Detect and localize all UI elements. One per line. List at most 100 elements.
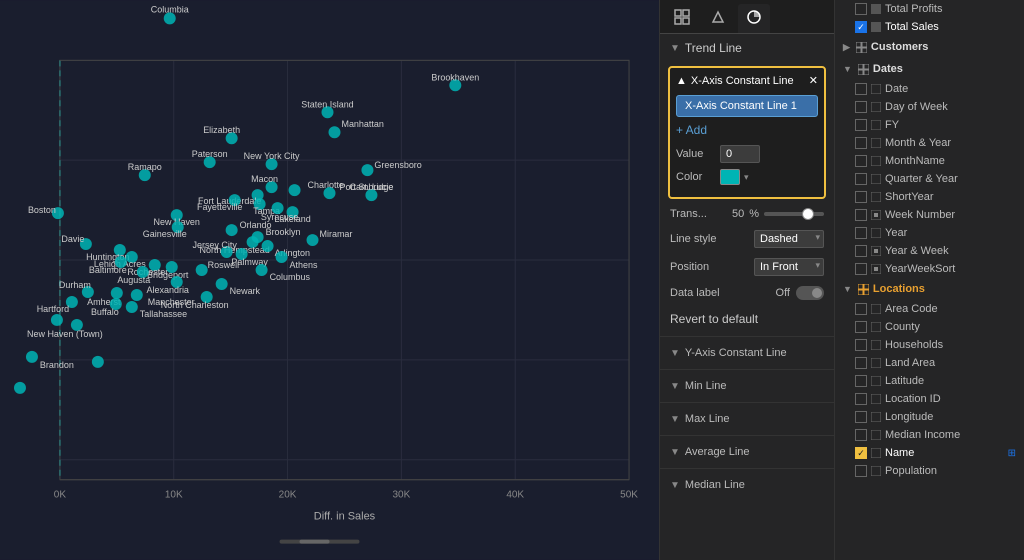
- field-date[interactable]: Date: [835, 80, 1024, 98]
- field-county[interactable]: County: [835, 318, 1024, 336]
- cb-la[interactable]: [855, 357, 867, 369]
- field-name[interactable]: ✓ Name ⊞: [835, 444, 1024, 462]
- field-median-income[interactable]: Median Income: [835, 426, 1024, 444]
- fy-label: FY: [885, 119, 899, 131]
- cb-county[interactable]: [855, 321, 867, 333]
- dim-icon-hh: [871, 340, 881, 350]
- divider-1: [660, 336, 834, 337]
- cb-year[interactable]: [855, 227, 867, 239]
- field-item-total-profits[interactable]: Total Profits: [835, 0, 1024, 18]
- field-short-year[interactable]: ShortYear: [835, 188, 1024, 206]
- svg-text:Hartford: Hartford: [37, 304, 69, 314]
- cb-yw[interactable]: [855, 245, 867, 257]
- divider-4: [660, 435, 834, 436]
- x-axis-tab[interactable]: X-Axis Constant Line 1: [676, 95, 818, 117]
- field-day-of-week[interactable]: Day of Week: [835, 98, 1024, 116]
- data-label-toggle[interactable]: Off: [776, 286, 824, 300]
- transparency-slider-container[interactable]: 50 %: [732, 208, 824, 220]
- value-input[interactable]: [720, 145, 760, 163]
- slider-thumb[interactable]: [802, 208, 814, 220]
- cb-fy[interactable]: [855, 119, 867, 131]
- line-style-label: Line style: [670, 233, 716, 245]
- field-location-id[interactable]: Location ID: [835, 390, 1024, 408]
- cb-my[interactable]: [855, 137, 867, 149]
- field-latitude[interactable]: Latitude: [835, 372, 1024, 390]
- cb-yws[interactable]: [855, 263, 867, 275]
- cb-lng[interactable]: [855, 411, 867, 423]
- cb-name[interactable]: ✓: [855, 447, 867, 459]
- svg-text:Syracuse: Syracuse: [261, 212, 298, 222]
- color-dropdown-arrow[interactable]: ▾: [744, 172, 749, 183]
- field-year[interactable]: Year: [835, 224, 1024, 242]
- transparency-slider[interactable]: [764, 212, 824, 216]
- field-year-week[interactable]: Year & Week: [835, 242, 1024, 260]
- add-constant-line-btn[interactable]: + Add: [676, 123, 818, 137]
- field-area-code[interactable]: Area Code: [835, 300, 1024, 318]
- value-label: Value: [676, 148, 714, 160]
- cb-qy[interactable]: [855, 173, 867, 185]
- field-land-area[interactable]: Land Area: [835, 354, 1024, 372]
- field-fy[interactable]: FY: [835, 116, 1024, 134]
- y-axis-constant-section[interactable]: ▼ Y-Axis Constant Line: [660, 340, 834, 366]
- position-select-wrapper[interactable]: In Front: [754, 258, 824, 276]
- cb-ac[interactable]: [855, 303, 867, 315]
- measure-icon-total-sales: [871, 22, 881, 32]
- field-monthname[interactable]: MonthName: [835, 152, 1024, 170]
- cb-wn[interactable]: [855, 209, 867, 221]
- position-row: Position In Front: [660, 253, 834, 281]
- tab-table[interactable]: [666, 4, 698, 33]
- average-line-section[interactable]: ▼ Average Line: [660, 439, 834, 465]
- tab-chart[interactable]: [738, 4, 770, 33]
- median-line-section[interactable]: ▼ Median Line: [660, 472, 834, 498]
- cb-lid[interactable]: [855, 393, 867, 405]
- cb-hh[interactable]: [855, 339, 867, 351]
- my-label: Month & Year: [885, 137, 951, 149]
- cb-mi[interactable]: [855, 429, 867, 441]
- field-month-year[interactable]: Month & Year: [835, 134, 1024, 152]
- locations-header[interactable]: ▼ Locations: [835, 278, 1024, 300]
- x-axis-close-icon[interactable]: ✕: [809, 74, 818, 87]
- color-selector[interactable]: ▾: [720, 169, 749, 185]
- revert-btn[interactable]: Revert to default: [660, 305, 834, 333]
- cb-dow[interactable]: [855, 101, 867, 113]
- svg-text:New York City: New York City: [244, 151, 300, 161]
- cb-date[interactable]: [855, 83, 867, 95]
- dim-icon-year: [871, 228, 881, 238]
- field-week-number[interactable]: Week Number: [835, 206, 1024, 224]
- position-select[interactable]: In Front: [754, 258, 824, 276]
- toggle-track[interactable]: [796, 286, 824, 300]
- field-population[interactable]: Population: [835, 462, 1024, 480]
- dim-icon-mi: [871, 430, 881, 440]
- cb-lat[interactable]: [855, 375, 867, 387]
- color-swatch[interactable]: [720, 169, 740, 185]
- svg-text:Boston: Boston: [28, 205, 56, 215]
- cb-mn[interactable]: [855, 155, 867, 167]
- min-line-section[interactable]: ▼ Min Line: [660, 373, 834, 399]
- date-label: Date: [885, 83, 908, 95]
- tab-paint[interactable]: [702, 4, 734, 33]
- x-axis-up-chevron: ▲: [676, 75, 687, 87]
- customers-header[interactable]: ▶ Customers: [835, 36, 1024, 58]
- field-quarter-year[interactable]: Quarter & Year: [835, 170, 1024, 188]
- field-yearweeksort[interactable]: YearWeekSort: [835, 260, 1024, 278]
- field-item-total-sales[interactable]: ✓ Total Sales: [835, 18, 1024, 36]
- trend-line-header[interactable]: ▼ Trend Line: [660, 34, 834, 62]
- data-label-row: Data label Off: [660, 281, 834, 305]
- checkbox-total-profits[interactable]: [855, 3, 867, 15]
- field-households[interactable]: Households: [835, 336, 1024, 354]
- checkbox-total-sales[interactable]: ✓: [855, 21, 867, 33]
- line-style-select[interactable]: Dashed: [754, 230, 824, 248]
- measure-icon-total-profits: [871, 4, 881, 14]
- trend-line-chevron: ▼: [670, 43, 680, 54]
- dates-header[interactable]: ▼ Dates: [835, 58, 1024, 80]
- toggle-thumb: [812, 288, 822, 298]
- value-row: Value: [676, 145, 818, 163]
- cb-pop[interactable]: [855, 465, 867, 477]
- hh-label: Households: [885, 339, 943, 351]
- max-line-section[interactable]: ▼ Max Line: [660, 406, 834, 432]
- line-style-select-wrapper[interactable]: Dashed: [754, 230, 824, 248]
- field-longitude[interactable]: Longitude: [835, 408, 1024, 426]
- panel-tabs: [660, 0, 834, 34]
- dim-icon-lng: [871, 412, 881, 422]
- cb-sy[interactable]: [855, 191, 867, 203]
